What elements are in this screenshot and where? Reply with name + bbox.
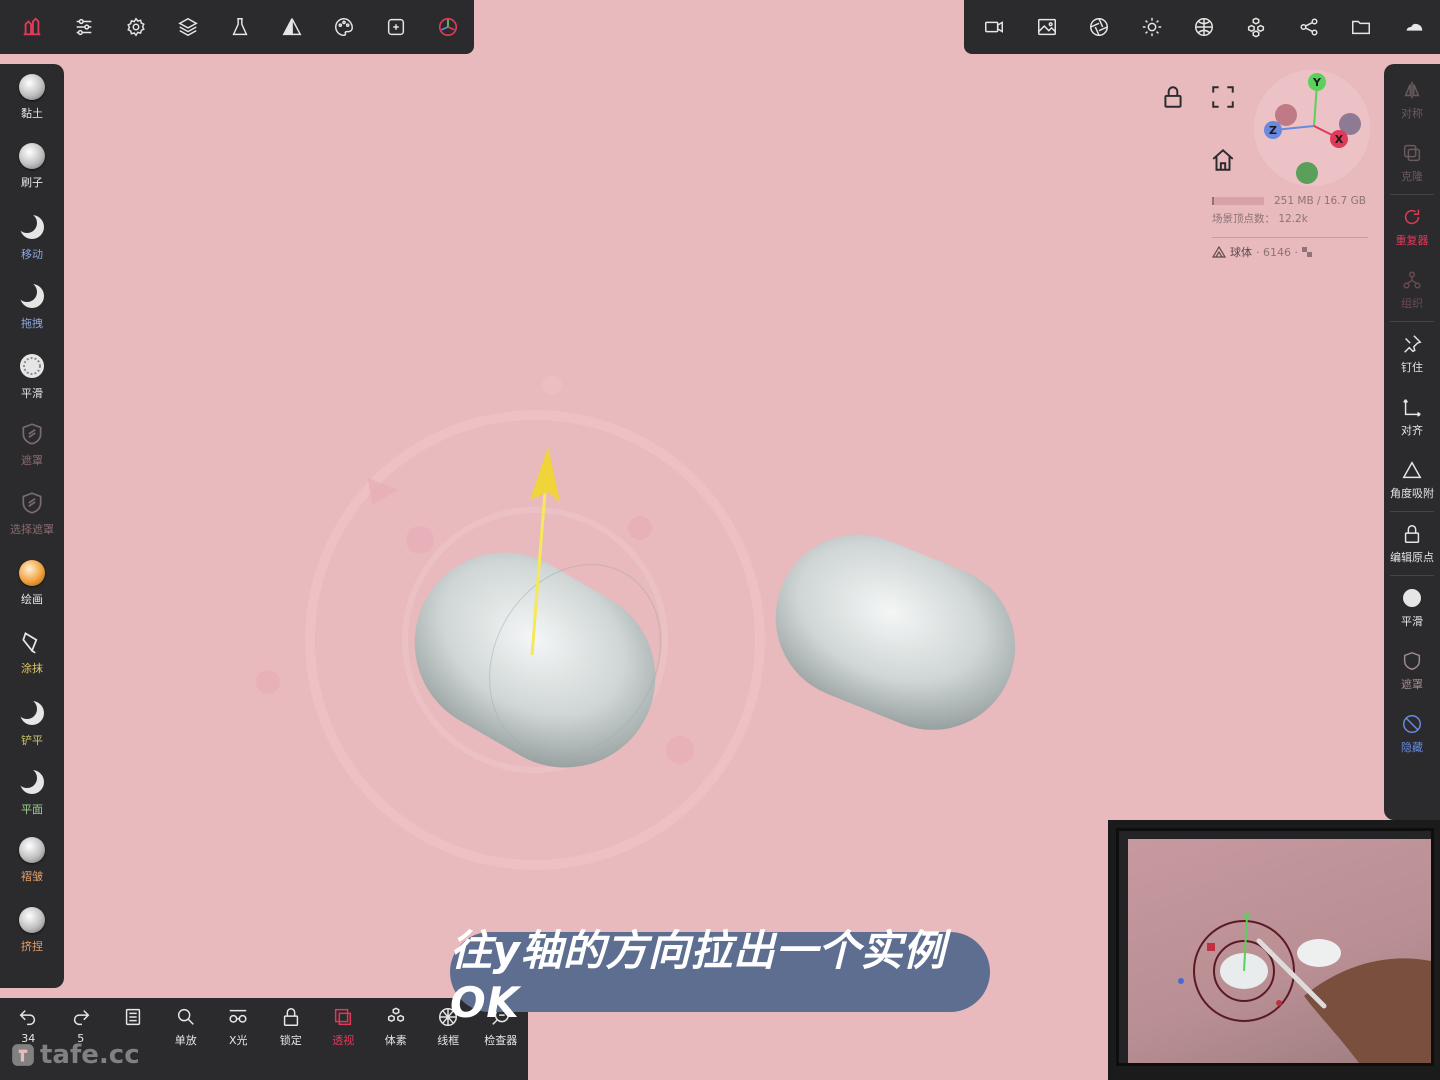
gizmo-handle[interactable] <box>628 516 652 540</box>
gizmo-handle[interactable] <box>256 670 280 694</box>
video-subtitle: 往y轴的方向拉出一个实例OK <box>450 926 990 1027</box>
pip-ipad-screen <box>1116 828 1434 1066</box>
gizmo-handle[interactable] <box>542 375 562 395</box>
watermark-text: tafe.cc <box>40 1040 140 1070</box>
pip-scene <box>1178 913 1431 1063</box>
watermark-logo-icon <box>12 1044 34 1066</box>
picture-in-picture <box>1108 820 1440 1080</box>
gizmo-handle[interactable] <box>666 736 694 764</box>
gizmo-handle[interactable] <box>406 526 434 554</box>
gizmo-rotate-arrow[interactable] <box>368 478 398 505</box>
watermark: tafe.cc <box>10 1040 140 1070</box>
capsule-instance[interactable] <box>751 510 1040 755</box>
